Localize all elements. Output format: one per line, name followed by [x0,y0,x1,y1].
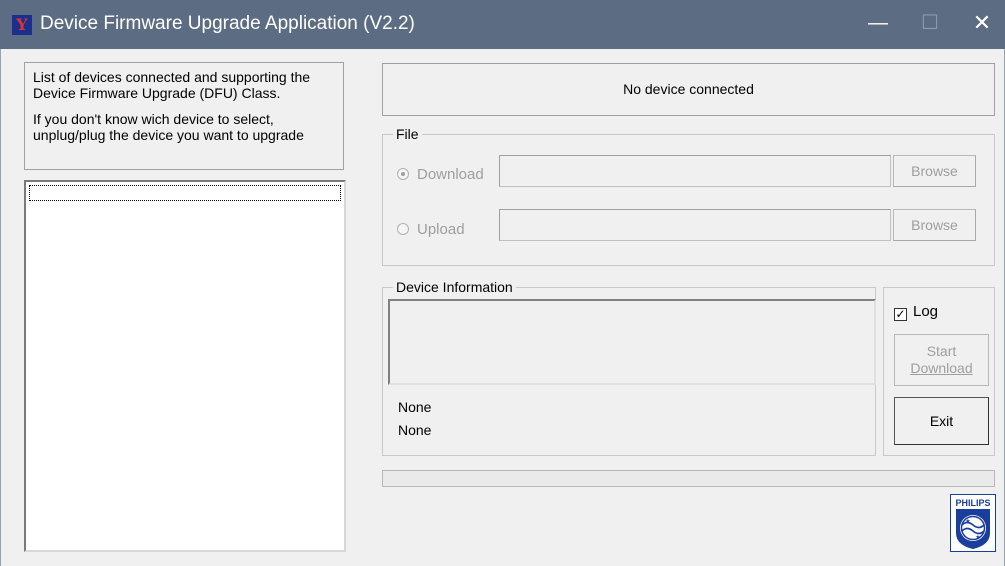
download-browse-button[interactable]: Browse [893,155,976,187]
device-info-line2: None [398,422,432,438]
download-path-field[interactable] [499,155,891,187]
file-group-legend: File [393,126,422,142]
help-text-line2: If you don't know wich device to select,… [33,111,304,143]
upload-radio-label: Upload [417,221,465,238]
log-checkbox[interactable]: ✓ Log [894,303,939,321]
file-group: File Download Browse Upload Browse [382,126,995,266]
philips-shield-icon: PHILIPS ★ ★ [952,496,994,550]
minimize-button[interactable]: — [852,0,904,49]
radio-unchecked-icon [397,223,409,235]
title-bar[interactable]: Y Device Firmware Upgrade Application (V… [0,0,1005,49]
start-download-label-line2: Download [910,360,973,376]
svg-text:★: ★ [975,534,980,541]
svg-text:★: ★ [965,518,970,525]
app-icon[interactable]: Y [12,15,32,35]
window-title: Device Firmware Upgrade Application (V2.… [40,13,415,34]
device-info-line1: None [398,399,432,415]
close-button[interactable]: ✕ [956,0,1005,49]
progress-bar [382,470,995,487]
device-information-textbox [388,299,876,385]
start-download-label-line1: Start [926,343,957,359]
upload-path-field[interactable] [499,209,891,241]
checkbox-checked-icon: ✓ [894,307,907,321]
philips-logo-text: PHILIPS [955,498,990,508]
device-list-help: List of devices connected and supporting… [24,62,344,170]
download-radio-label: Download [417,166,484,183]
upload-browse-button[interactable]: Browse [893,209,976,241]
device-information-legend: Device Information [393,279,516,295]
device-status-panel: No device connected [382,63,995,116]
download-radio[interactable]: Download [397,166,484,183]
actions-group: ✓ Log Start Download Exit [883,287,995,456]
philips-logo: PHILIPS ★ ★ [950,494,996,552]
maximize-button[interactable]: ☐ [904,0,956,49]
log-checkbox-label: Log [913,303,939,320]
exit-button[interactable]: Exit [894,397,989,445]
device-information-group: Device Information None None [382,279,876,456]
upload-radio[interactable]: Upload [397,221,465,238]
listbox-focus-row[interactable] [29,185,341,201]
start-download-button[interactable]: Start Download [894,334,989,386]
radio-checked-icon [397,168,409,180]
device-listbox[interactable] [24,180,346,552]
help-text-line1: List of devices connected and supporting… [33,69,311,101]
